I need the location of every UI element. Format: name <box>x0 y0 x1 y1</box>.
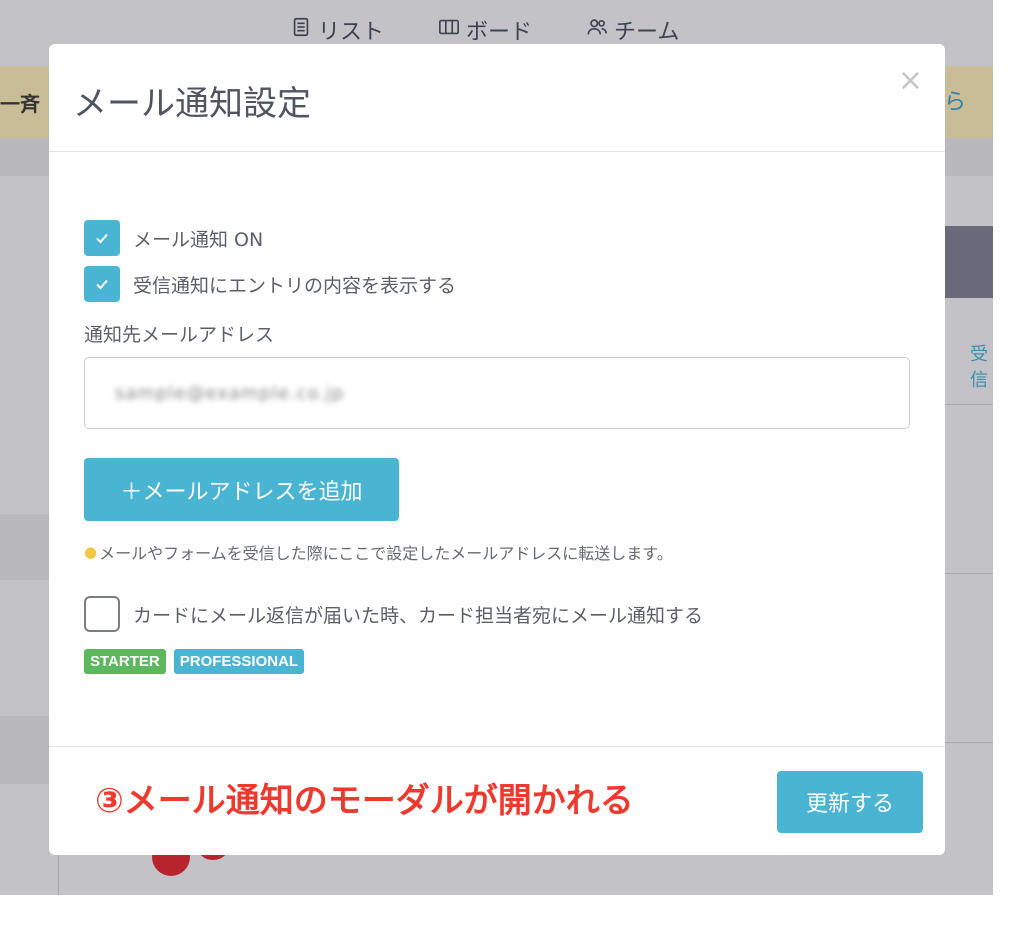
email-input-value: sample@example.co.jp <box>115 382 345 404</box>
checkmark-icon <box>96 233 108 244</box>
notify-assignee-label: カードにメール返信が届いた時、カード担当者宛にメール通知する <box>133 604 704 627</box>
update-button[interactable]: 更新する <box>777 771 923 833</box>
nav-item-list-label: リスト <box>318 20 385 45</box>
document-list-icon <box>290 16 312 44</box>
professional-badge: PROFESSIONAL <box>173 649 305 674</box>
background-row <box>0 514 49 580</box>
show-content-option[interactable]: 受信通知にエントリの内容を表示する <box>84 266 456 302</box>
background-divider <box>945 742 993 743</box>
email-on-checkbox[interactable] <box>84 220 120 256</box>
banner-left-text: 一斉 <box>0 92 40 116</box>
close-icon[interactable]: × <box>898 66 923 96</box>
lightbulb-icon: ● <box>84 543 98 561</box>
email-notification-modal: メール通知設定 × メール通知 ON 受信通知にエントリの内容を表示する 通知先… <box>49 44 945 855</box>
background-row <box>0 716 49 784</box>
background-divider <box>58 855 59 895</box>
tutorial-annotation: ③メール通知のモーダルが開かれる <box>95 781 634 821</box>
notify-assignee-checkbox[interactable] <box>84 596 120 632</box>
modal-header: メール通知設定 × <box>49 44 945 152</box>
starter-badge: STARTER <box>84 649 166 674</box>
team-users-icon <box>586 16 608 44</box>
background-divider <box>945 573 993 574</box>
add-email-button[interactable]: ＋メールアドレスを追加 <box>84 458 399 521</box>
recipient-email-label: 通知先メールアドレス <box>84 324 275 346</box>
email-on-label: メール通知 ON <box>133 228 264 251</box>
modal-footer: ③メール通知のモーダルが開かれる 更新する <box>49 746 945 855</box>
background-divider <box>945 404 993 405</box>
background-header-strip <box>945 226 993 298</box>
modal-title: メール通知設定 <box>73 84 311 124</box>
email-on-option[interactable]: メール通知 ON <box>84 220 263 256</box>
nav-item-board[interactable]: ボード <box>438 14 532 46</box>
banner-right-text: ら <box>944 90 967 115</box>
hint-text-row: ● メールやフォームを受信した際にここで設定したメールアドレスに転送します。 <box>84 540 673 564</box>
nav-item-team[interactable]: チーム <box>586 14 679 46</box>
hint-text: メールやフォームを受信した際にここで設定したメールアドレスに転送します。 <box>99 544 673 563</box>
top-navigation: リスト ボード チーム <box>290 14 679 46</box>
nav-item-list[interactable]: リスト <box>290 14 384 46</box>
nav-item-board-label: ボード <box>466 20 533 45</box>
background-side-text: 受信 <box>970 344 988 391</box>
plan-badges: STARTER PROFESSIONAL <box>84 649 305 674</box>
board-columns-icon <box>438 16 460 44</box>
checkmark-icon <box>96 279 108 290</box>
show-content-label: 受信通知にエントリの内容を表示する <box>133 274 457 297</box>
nav-item-team-label: チーム <box>614 20 680 45</box>
notify-assignee-option[interactable]: カードにメール返信が届いた時、カード担当者宛にメール通知する <box>84 596 703 632</box>
recipient-email-input[interactable]: sample@example.co.jp <box>84 357 910 429</box>
show-content-checkbox[interactable] <box>84 266 120 302</box>
